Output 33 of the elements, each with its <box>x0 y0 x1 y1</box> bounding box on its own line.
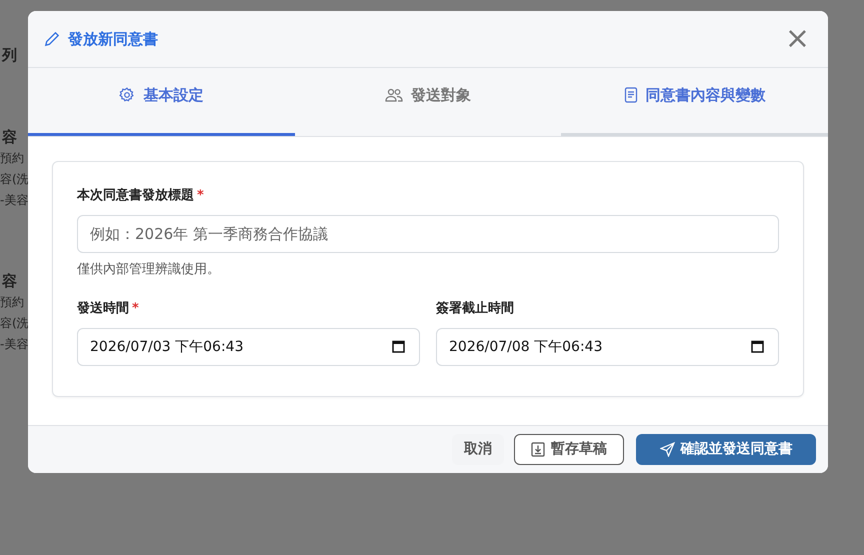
calendar-icon[interactable] <box>392 340 405 352</box>
item-text: 預約 <box>0 150 25 166</box>
send-icon <box>660 442 674 457</box>
page-heading: 列 <box>2 45 18 66</box>
item-text: 容(洗 <box>0 314 30 332</box>
people-icon <box>385 87 403 103</box>
tab[interactable]: 同意書內容與變數 <box>561 68 828 136</box>
pencil-icon <box>44 31 60 47</box>
item-text: -美容 <box>0 336 30 352</box>
field-label: 發送時間 <box>77 301 129 316</box>
item-title: 容 <box>2 126 18 148</box>
download-icon <box>531 442 545 457</box>
dialog-title: 發放新同意書 <box>68 28 158 50</box>
item-text: 預約 <box>0 294 25 310</box>
document-icon <box>624 87 638 103</box>
send-button[interactable]: 確認並發送同意書 <box>636 434 816 465</box>
save-draft-button[interactable]: 暫存草稿 <box>514 434 624 465</box>
tab[interactable]: 基本設定 <box>28 68 295 136</box>
help-text: 僅供內部管理辨識使用。 <box>77 260 221 278</box>
date-field[interactable]: 2026/07/08 下午06:43 <box>436 328 779 366</box>
item-text: 容(洗 <box>0 170 30 188</box>
gear-icon <box>119 87 136 103</box>
input-field[interactable]: 例如：2026年 第一季商務合作協議 <box>77 214 779 252</box>
tab[interactable]: 發送對象 <box>294 68 562 136</box>
required-mark: * <box>197 188 204 203</box>
required-mark: * <box>132 301 139 316</box>
field-label: 簽署截止時間 <box>436 301 514 316</box>
date-field[interactable]: 2026/07/03 下午06:43 <box>77 328 420 366</box>
item-title: 容 <box>2 270 18 292</box>
item-text: -美容 <box>0 192 30 208</box>
field-label: 本次同意書發放標題 <box>77 188 194 203</box>
calendar-icon[interactable] <box>751 340 764 352</box>
close-button[interactable]: × <box>780 24 814 54</box>
